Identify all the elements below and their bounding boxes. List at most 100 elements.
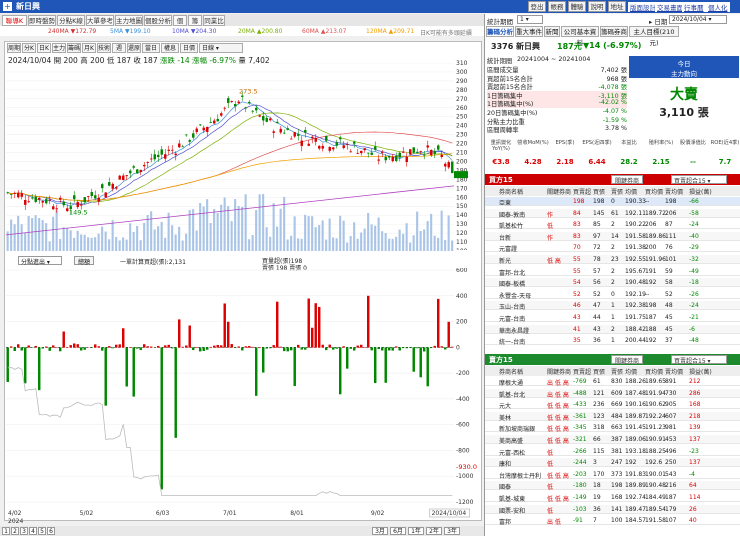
range-2y[interactable]: 2年 <box>426 527 442 535</box>
period-select[interactable]: 日線 ▾ <box>199 43 243 53</box>
sub-indicator-select[interactable]: 分點進出 ▾ <box>18 256 62 266</box>
ctab-1[interactable]: 分K <box>22 43 36 53</box>
rtab-events[interactable]: 重大事件 <box>515 26 543 37</box>
help-button[interactable]: 說明 <box>588 1 606 12</box>
ctab-10[interactable]: 權息 <box>161 43 179 53</box>
address-button[interactable]: 地址 <box>608 1 626 12</box>
broker-row[interactable]: 凱基-城東 低 低 高 -149 19 168 192.74 184.49 187 114 <box>485 493 740 503</box>
broker-row[interactable]: 元富-西松 低 -266 115 381 193.18 188.25 496 -23 <box>485 447 740 457</box>
broker-row[interactable]: 台新 作 83 97 14 191.58 189.86 111 -40 <box>485 231 740 242</box>
tab-big-order[interactable]: 大單參考 <box>86 15 114 26</box>
account-button[interactable]: 帳務 <box>548 1 566 12</box>
page-3[interactable]: 3 <box>20 527 28 535</box>
broker-row[interactable]: 美商高盛 低 低 高 -321 66 387 189.06 190.91 453 137 <box>485 435 740 445</box>
broker-row[interactable]: 國泰-敦南 作 84 145 61 192.11 189.72 206 -58 <box>485 208 740 219</box>
ctab-8[interactable]: 還原 <box>127 43 141 53</box>
date-picker[interactable]: 2024/10/04 ▾ <box>669 15 727 24</box>
ctab-6[interactable]: 技術 <box>97 43 111 53</box>
tab-realtime[interactable]: 即時盤勢 <box>28 15 56 26</box>
page-6[interactable]: 6 <box>47 527 55 535</box>
range-1y[interactable]: 1年 <box>408 527 424 535</box>
broker-cell: 484 <box>611 412 623 420</box>
range-6m[interactable]: 6月 <box>390 527 406 535</box>
rtab-news[interactable]: 新聞 <box>544 26 560 37</box>
broker-row[interactable]: 統一-台南 35 36 1 200.44 192 37 -48 <box>485 336 740 346</box>
range-3y[interactable]: 3年 <box>444 527 460 535</box>
sell-range-select[interactable]: 買賣超合15 ▾ <box>671 355 727 365</box>
broker-row[interactable]: 康和 低 -244 3 247 192 192.6 250 137 <box>485 458 740 469</box>
broker-row[interactable]: 亞東 198 198 0 190.33 -- 198 -66 <box>485 197 740 207</box>
count-select[interactable]: 1 ▾ <box>517 15 543 24</box>
broker-row[interactable]: 新光 低 高 55 78 23 192.55 191.96 101 -32 <box>485 255 740 265</box>
broker-name: 元大 <box>499 403 512 411</box>
ctab-7[interactable]: 週 <box>112 43 126 53</box>
tab-stock-analysis[interactable]: 個股分析 <box>144 15 172 26</box>
tab-stock[interactable]: 個股 <box>173 15 187 36</box>
candle-body <box>73 195 76 200</box>
broker-row[interactable]: 富邦-台北 55 57 2 195.67 191 59 -49 <box>485 267 740 277</box>
buy-top15: 買方15 關鍵券商 買賣超合15 ▾ 券商名稱 關鍵券商 買賣超 買張 賣張 均價 買均價 賣均價損… <box>485 174 740 354</box>
broker-row[interactable]: 元富-台南 43 44 1 191.75 187 45 -21 <box>485 313 740 323</box>
broker-row[interactable]: 台灣摩根士丹利低 低 高 -203 170 373 191.83 190.01 543 -4 <box>485 470 740 480</box>
broker-row[interactable]: 國泰-板橋 54 56 2 190.48 192 58 -18 <box>485 278 740 288</box>
broker-row[interactable]: 玉山-台南 46 47 1 192.38 198 48 -24 <box>485 301 740 311</box>
candle-body <box>90 192 93 197</box>
candle-body <box>136 169 139 174</box>
rtab-company[interactable]: 公司基本資料 <box>561 26 599 47</box>
ctab-2[interactable]: 日K <box>37 43 51 53</box>
range-3m[interactable]: 3月 <box>372 527 388 535</box>
total-button[interactable]: 總額 <box>74 256 94 266</box>
broker-net-bar <box>52 345 55 348</box>
layout-link[interactable]: 版面設計 <box>628 2 658 12</box>
ctab-11[interactable]: 日價 <box>180 43 198 53</box>
ctab-9[interactable]: 當日 <box>142 43 160 53</box>
page-5[interactable]: 5 <box>38 527 46 535</box>
broker-row[interactable]: 富邦 出 低 -91 7 100 184.57 191.58 107 40 <box>485 516 740 526</box>
ctab-4[interactable]: 籌碼 <box>67 43 81 53</box>
ctab-0[interactable]: 周期 <box>7 43 21 53</box>
rtab-brokers[interactable]: 籌碼券商 <box>600 26 628 37</box>
broker-cell: -- <box>645 198 650 205</box>
tab-peer[interactable]: 同業比 <box>203 15 225 26</box>
broker-row[interactable]: 凱基-台北 出 低 高 -488 121 609 187.48 191.94 730 286 <box>485 388 740 399</box>
broker-row[interactable]: 國票-安和 低 -103 36 141 189.47 189.54 179 26 <box>485 504 740 515</box>
page-1[interactable]: 1 <box>2 527 10 535</box>
broker-row[interactable]: 凱基松竹 低 83 85 2 190.22 206 87 -24 <box>485 220 740 230</box>
ctab-5[interactable]: 月K <box>82 43 96 53</box>
trade-link[interactable]: 交易畫面 <box>655 2 685 12</box>
broker-net-chart[interactable] <box>6 268 454 504</box>
broker-row[interactable]: 華南永昌證 41 43 2 188.42 188 45 -6 <box>485 324 740 335</box>
tab-main-map[interactable]: 主力地圖 <box>115 15 143 26</box>
tab-chips[interactable]: 籌碼 <box>188 15 202 36</box>
buy-range-select[interactable]: 買賣超合15 ▾ <box>671 175 727 185</box>
broker-row[interactable]: 美林 低 低 高 -361 123 484 189.87 192.24 607 218 <box>485 411 740 422</box>
broker-row[interactable]: 元富證 70 72 2 191.38 200 76 -29 <box>485 243 740 253</box>
page-4[interactable]: 4 <box>29 527 37 535</box>
sell-broker-button[interactable]: 關鍵券商 <box>611 355 644 365</box>
broker-net-bar <box>139 347 142 351</box>
calendar-link[interactable]: 行事曆 <box>682 2 706 12</box>
broker-cell: 低 <box>547 461 554 469</box>
tab-broker-k[interactable]: 分點K線 <box>57 15 85 26</box>
broker-cell: 115 <box>593 447 605 455</box>
trial-button[interactable]: 體驗 <box>568 1 586 12</box>
candle-body <box>335 142 338 146</box>
broker-row[interactable]: 元大 低 低 高 -433 236 669 190.16 190.62 905 168 <box>485 400 740 411</box>
personal-link[interactable]: 個人化 <box>706 2 730 12</box>
rtab-chip[interactable]: 籌碼分析 <box>486 26 514 37</box>
broker-row[interactable]: 新加坡商瑞銀 低 低 高 -345 318 663 191.45 191.23 981 139 <box>485 423 740 433</box>
page-2[interactable]: 2 <box>11 527 19 535</box>
tab-kline[interactable]: 聯導K線 <box>2 15 27 36</box>
volume-bar <box>276 226 279 251</box>
broker-row[interactable]: 摩根大通 出 低 高 -769 61 830 188.26 189.65 891 212 <box>485 377 740 387</box>
price-chart[interactable]: 273.5 149.5 <box>6 63 454 253</box>
rtab-target[interactable]: 主人目標(210元) <box>629 26 679 47</box>
ctab-3[interactable]: 主力 <box>52 43 66 53</box>
broker-row[interactable]: 永豐金-天母 52 52 0 192.19 -- 52 -26 <box>485 290 740 300</box>
broker-net-bar <box>111 347 114 349</box>
volume-bar <box>447 215 450 251</box>
logout-button[interactable]: 登出 <box>528 1 546 12</box>
broker-row[interactable]: 國泰 低 -180 18 198 189.89 190.48 216 64 <box>485 481 740 491</box>
buy-broker-button[interactable]: 關鍵券商 <box>611 175 644 185</box>
broker-cell: 43 <box>593 325 601 333</box>
